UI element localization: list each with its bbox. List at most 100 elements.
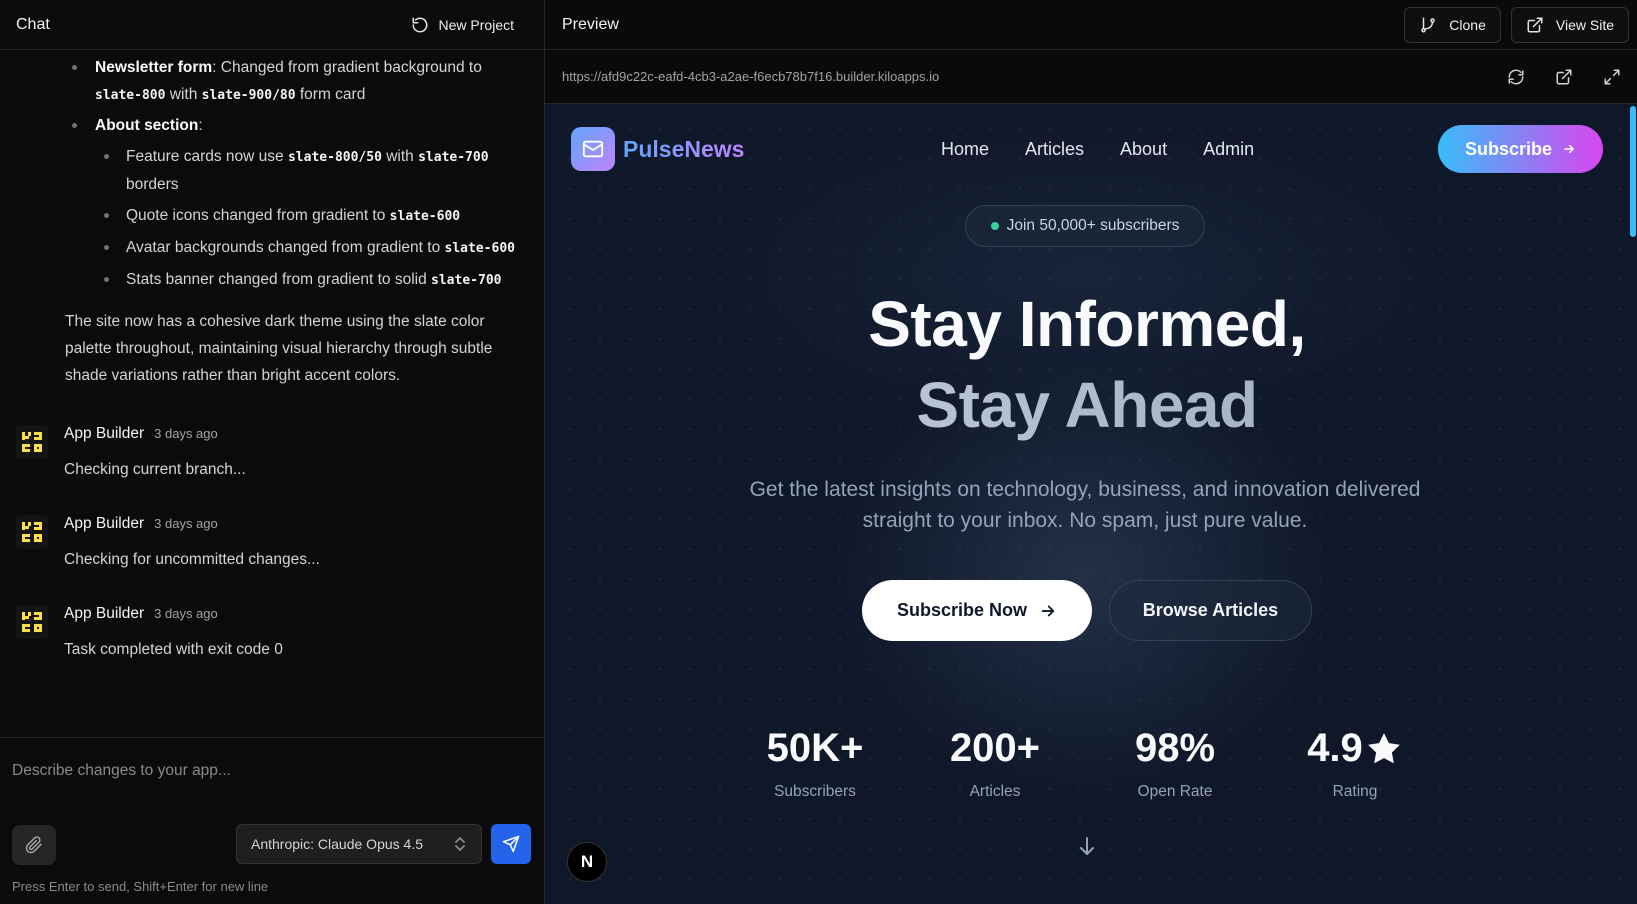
send-icon: [502, 835, 520, 853]
list-item: Stats banner changed from gradient to so…: [95, 266, 518, 294]
message-time: 3 days ago: [154, 426, 218, 441]
stats-row: 50K+ Subscribers 200+ Articles 98% Open …: [725, 726, 1445, 801]
arrow-right-icon: [1564, 144, 1574, 154]
bullet-text: Feature cards now use: [126, 148, 288, 165]
message-time: 3 days ago: [154, 516, 218, 531]
preview-title: Preview: [562, 15, 619, 33]
site-brand[interactable]: PulseNews: [623, 136, 744, 163]
composer-hint: Press Enter to send, Shift+Enter for new…: [12, 879, 269, 894]
bullet-text: with: [381, 148, 419, 165]
stat-rating: 4.9 Rating: [1265, 726, 1445, 801]
code-token: slate-800: [95, 88, 166, 103]
stat-articles: 200+ Articles: [905, 726, 1085, 801]
subscribe-now-button[interactable]: Subscribe Now: [862, 580, 1092, 641]
open-new-tab-button[interactable]: [1555, 68, 1573, 86]
code-token: slate-800/50: [287, 150, 382, 165]
site-navbar: PulseNews Home Articles About Admin Subs…: [571, 125, 1603, 173]
scrollbar-thumb[interactable]: [1630, 106, 1636, 237]
external-link-icon: [1556, 69, 1572, 84]
bullet-text: Avatar backgrounds changed from gradient…: [126, 239, 445, 256]
stat-label: Rating: [1332, 783, 1378, 800]
status-dot: [990, 222, 999, 230]
send-button[interactable]: [491, 824, 531, 864]
chat-header: Chat New Project: [0, 0, 544, 50]
chat-message: App Builder 3 days ago Checking current b…: [16, 425, 528, 479]
subscribe-now-label: Subscribe Now: [896, 600, 1028, 620]
chat-input[interactable]: Describe changes to your app...: [12, 762, 231, 780]
preview-panel: Preview Clone View Site https://afd9c22c…: [545, 0, 1637, 904]
bullet-text: Quote icons changed from gradient to: [126, 207, 390, 224]
reload-button[interactable]: [1507, 68, 1525, 86]
preview-header: Preview Clone View Site: [545, 0, 1637, 50]
bullet-text: : Changed from gradient background to: [212, 59, 482, 76]
model-select[interactable]: Anthropic: Claude Opus 4.5: [236, 824, 482, 864]
chat-messages[interactable]: Newsletter form: Changed from gradient b…: [0, 50, 544, 737]
external-link-icon: [1527, 17, 1543, 32]
nav-link-home[interactable]: Home: [941, 139, 989, 160]
nav-link-articles[interactable]: Articles: [1025, 139, 1084, 160]
bullet-text: borders: [126, 176, 179, 193]
app-builder-logo-icon: [22, 522, 42, 542]
code-token: slate-900/80: [201, 88, 296, 103]
clone-button[interactable]: Clone: [1404, 6, 1501, 43]
bullet-text: with: [165, 86, 202, 103]
browse-articles-button[interactable]: Browse Articles: [1109, 580, 1312, 641]
stat-rating-value: 4.9: [1265, 726, 1445, 771]
stat-open-rate: 98% Open Rate: [1085, 726, 1265, 801]
chat-message: App Builder 3 days ago Task completed wit…: [16, 605, 528, 659]
summary-text: The site now has a cohesive dark theme u…: [65, 313, 493, 384]
stat-value: 98%: [1134, 726, 1216, 770]
arrow-down-icon: [1080, 837, 1094, 855]
paperclip-icon: [25, 836, 42, 854]
nav-link-about[interactable]: About: [1120, 139, 1167, 160]
stat-label: Open Rate: [1137, 783, 1213, 800]
attach-button[interactable]: [12, 825, 56, 865]
clone-label: Clone: [1449, 16, 1486, 33]
site-nav-links: Home Articles About Admin: [941, 139, 1254, 160]
bullet-label: Newsletter form: [95, 59, 213, 76]
code-token: slate-600: [389, 209, 461, 224]
hero-heading-line1: Stay Informed,: [868, 288, 1306, 360]
list-item: Newsletter form: Changed from gradient b…: [16, 54, 528, 109]
chevron-up-down-icon: [455, 837, 465, 851]
fullscreen-button[interactable]: [1603, 68, 1621, 86]
nav-link-admin[interactable]: Admin: [1203, 139, 1254, 160]
app-builder-avatar: [16, 515, 48, 549]
message-author: App Builder: [64, 515, 145, 532]
site-preview[interactable]: PulseNews Home Articles About Admin Subs…: [545, 104, 1637, 904]
preview-url[interactable]: https://afd9c22c-eafd-4cb3-a2ae-f6ecb78b…: [562, 69, 939, 84]
message-text: Task completed with exit code 0: [64, 641, 283, 658]
git-branch-icon: [1421, 17, 1436, 32]
stat-subscribers: 50K+ Subscribers: [725, 726, 905, 801]
bullet-text: form card: [295, 86, 366, 103]
message-author: App Builder: [64, 425, 145, 442]
chat-panel: Chat New Project Newsletter form: Change…: [0, 0, 545, 904]
bullet-text: :: [198, 117, 203, 134]
app-window: Chat New Project Newsletter form: Change…: [0, 0, 1637, 904]
app-builder-avatar: [16, 605, 48, 639]
stat-label: Subscribers: [774, 783, 856, 800]
mail-logo-icon[interactable]: [571, 127, 615, 171]
list-item: Quote icons changed from gradient to sla…: [95, 202, 518, 230]
message-text: Checking current branch...: [64, 461, 246, 478]
stat-label: Articles: [969, 783, 1021, 800]
view-site-label: View Site: [1555, 16, 1614, 33]
next-badge-letter: N: [580, 852, 594, 871]
change-list: Newsletter form: Changed from gradient b…: [16, 54, 528, 294]
app-builder-avatar: [16, 425, 48, 459]
chat-title: Chat: [16, 15, 50, 33]
nav-subscribe-button[interactable]: Subscribe: [1438, 125, 1603, 173]
star-icon: [1367, 732, 1400, 763]
new-project-button[interactable]: New Project: [403, 10, 528, 40]
reload-icon: [1508, 69, 1524, 84]
nextjs-dev-badge[interactable]: N: [567, 842, 607, 882]
chat-composer: Describe changes to your app... Anthropi…: [0, 737, 544, 904]
scroll-down-indicator[interactable]: [1075, 834, 1099, 863]
preview-scrollbar[interactable]: [1629, 104, 1637, 904]
sub-list: Feature cards now use slate-800/50 with …: [95, 143, 518, 294]
stat-value: 50K+: [766, 726, 864, 770]
view-site-button[interactable]: View Site: [1510, 6, 1629, 43]
arrow-right-icon: [1041, 605, 1055, 616]
browse-articles-label: Browse Articles: [1142, 600, 1279, 620]
subscriber-badge: Join 50,000+ subscribers: [965, 205, 1205, 247]
